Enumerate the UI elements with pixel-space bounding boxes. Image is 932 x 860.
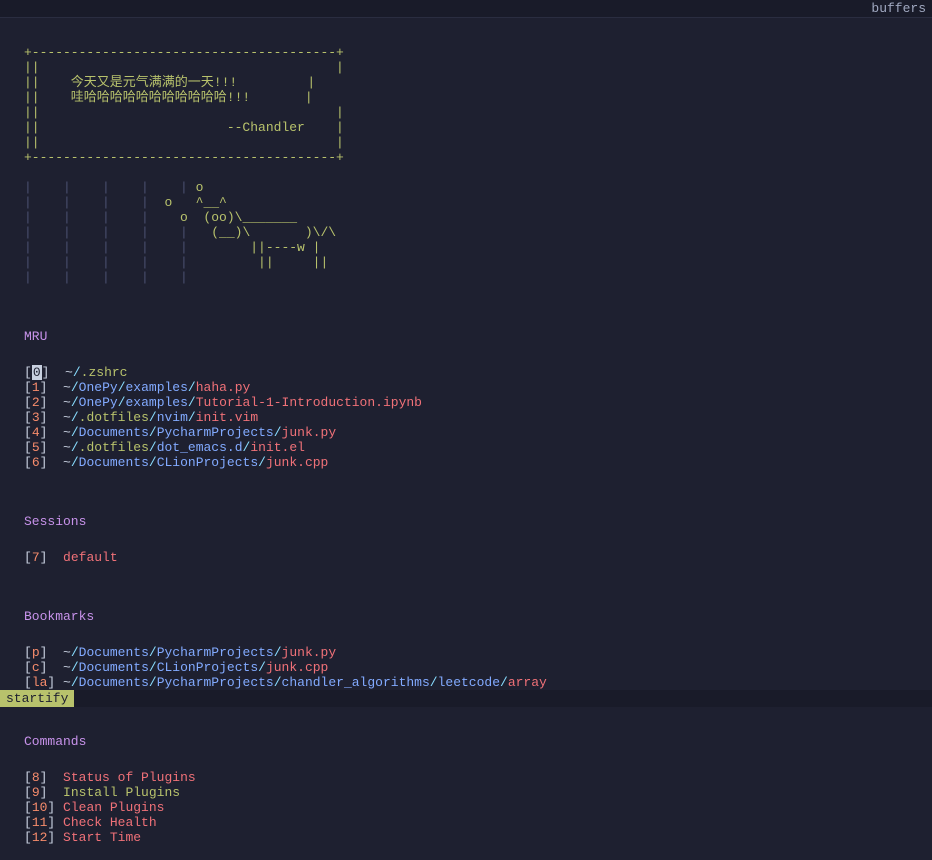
mru-list: [0] ~/.zshrc[1] ~/OnePy/examples/haha.py… (24, 365, 908, 470)
command-item[interactable]: [11] Check Health (24, 815, 908, 830)
mru-item[interactable]: [2] ~/OnePy/examples/Tutorial-1-Introduc… (24, 395, 908, 410)
section-sessions-title: Sessions (24, 514, 908, 529)
mru-item[interactable]: [0] ~/.zshrc (24, 365, 908, 380)
tabline: buffers (0, 0, 932, 18)
statusline: startify (0, 690, 932, 707)
section-commands-title: Commands (24, 734, 908, 749)
sessions-list: [7] default (24, 550, 908, 565)
ascii-cow: | | | | | o | | | | o ^__^ | | | | o (oo… (24, 180, 908, 285)
mru-item[interactable]: [4] ~/Documents/PycharmProjects/junk.py (24, 425, 908, 440)
section-mru-title: MRU (24, 329, 908, 344)
mru-item[interactable]: [1] ~/OnePy/examples/haha.py (24, 380, 908, 395)
statusline-mode: startify (0, 690, 74, 707)
mru-item[interactable]: [5] ~/.dotfiles/dot_emacs.d/init.el (24, 440, 908, 455)
startify-buffer: +---------------------------------------… (0, 18, 932, 860)
command-item[interactable]: [9] Install Plugins (24, 785, 908, 800)
mru-item[interactable]: [3] ~/.dotfiles/nvim/init.vim (24, 410, 908, 425)
tabline-label: buffers (871, 1, 926, 16)
bookmarks-list: [p] ~/Documents/PycharmProjects/junk.py[… (24, 645, 908, 690)
command-item[interactable]: [12] Start Time (24, 830, 908, 845)
command-item[interactable]: [8] Status of Plugins (24, 770, 908, 785)
bookmark-item[interactable]: [c] ~/Documents/CLionProjects/junk.cpp (24, 660, 908, 675)
section-bookmarks-title: Bookmarks (24, 609, 908, 624)
ascii-header: +---------------------------------------… (24, 45, 908, 165)
bookmark-item[interactable]: [la] ~/Documents/PycharmProjects/chandle… (24, 675, 908, 690)
mru-item[interactable]: [6] ~/Documents/CLionProjects/junk.cpp (24, 455, 908, 470)
command-item[interactable]: [10] Clean Plugins (24, 800, 908, 815)
bookmark-item[interactable]: [p] ~/Documents/PycharmProjects/junk.py (24, 645, 908, 660)
cursor: 0 (32, 365, 42, 380)
commands-list: [8] Status of Plugins[9] Install Plugins… (24, 770, 908, 845)
session-item[interactable]: [7] default (24, 550, 908, 565)
